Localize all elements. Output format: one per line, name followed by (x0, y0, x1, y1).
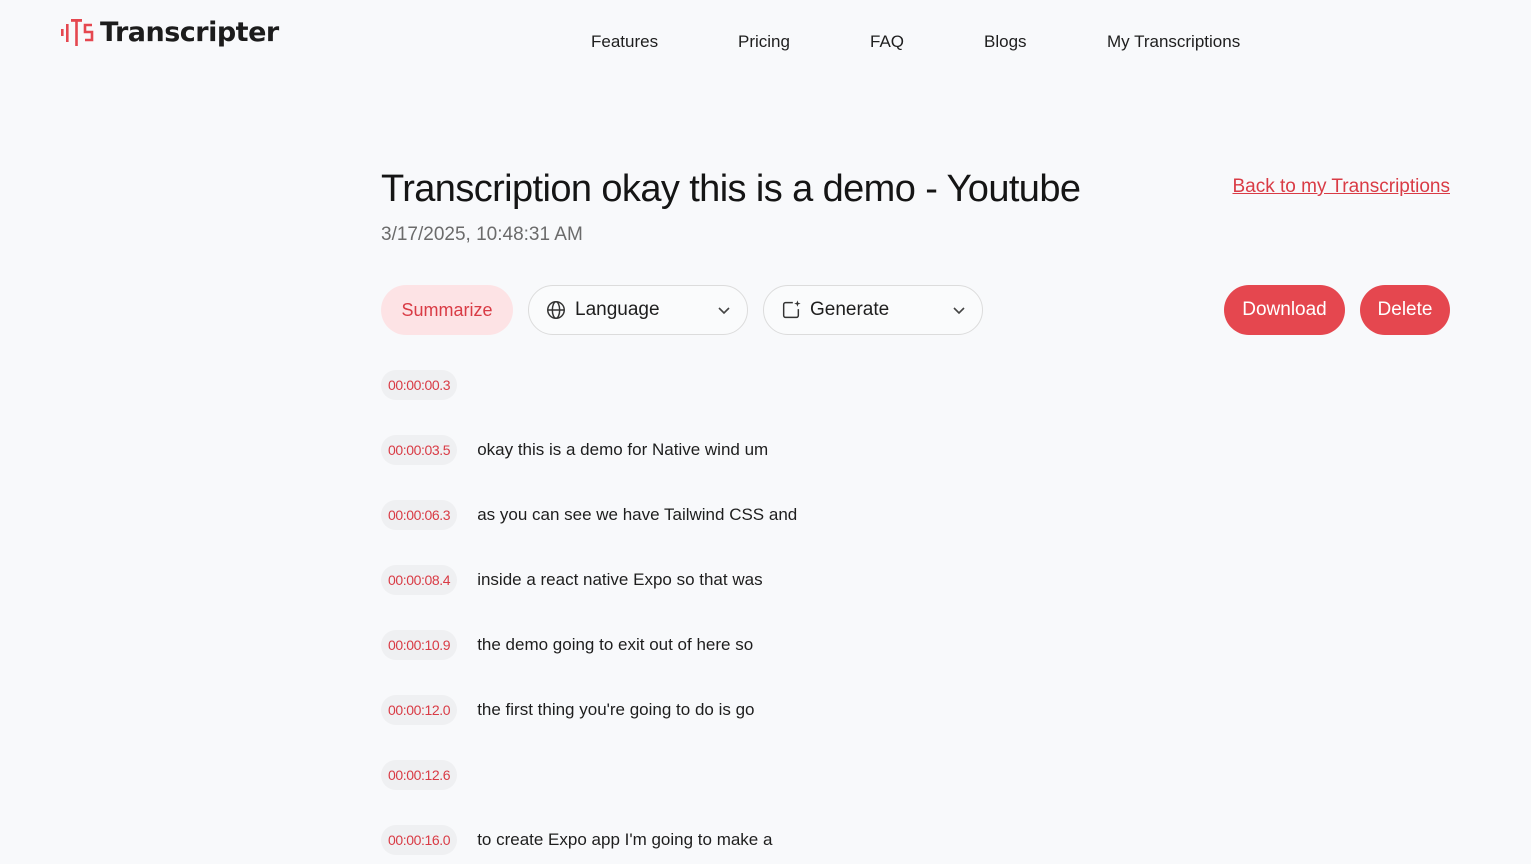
segment-text: as you can see we have Tailwind CSS and (477, 505, 798, 524)
globe-icon (547, 301, 565, 319)
back-to-transcriptions-link[interactable]: Back to my Transcriptions (1232, 176, 1450, 198)
segment-text: the first thing you're going to do is go (477, 700, 755, 719)
transcript-segment: 00:00:00.3 (381, 370, 477, 400)
segment-text: the demo going to exit out of here so (477, 635, 754, 654)
segment-text: to create Expo app I'm going to make a (477, 830, 773, 849)
top-header: Transcripter Features Pricing FAQ Blogs … (0, 0, 1531, 80)
nav-pricing[interactable]: Pricing (738, 32, 790, 52)
chevron-down-icon (718, 307, 730, 315)
timestamp-badge[interactable]: 00:00:10.9 (381, 630, 458, 660)
timestamp-badge[interactable]: 00:00:00.3 (381, 370, 458, 400)
transcription-date: 3/17/2025, 10:48:31 AM (381, 224, 583, 245)
nav-blogs[interactable]: Blogs (984, 32, 1027, 52)
nav-features[interactable]: Features (591, 32, 658, 52)
timestamp-badge[interactable]: 00:00:12.0 (381, 695, 458, 725)
transcript-segment: 00:00:08.4 inside a react native Expo so… (381, 565, 763, 595)
timestamp-badge[interactable]: 00:00:03.5 (381, 435, 458, 465)
sparkle-icon (782, 300, 801, 319)
chevron-down-icon (953, 307, 965, 315)
nav-faq[interactable]: FAQ (870, 32, 904, 52)
timestamp-badge[interactable]: 00:00:06.3 (381, 500, 458, 530)
nav-my-transcriptions[interactable]: My Transcriptions (1107, 32, 1240, 52)
logo-waveform-icon (61, 19, 94, 46)
segment-text: inside a react native Expo so that was (477, 570, 763, 589)
delete-button[interactable]: Delete (1360, 285, 1450, 335)
summarize-button[interactable]: Summarize (381, 285, 513, 335)
generate-label: Generate (810, 299, 890, 320)
page-title: Transcription okay this is a demo - Yout… (381, 168, 1081, 210)
language-label: Language (575, 299, 660, 320)
brand-name: Transcripter (100, 16, 279, 48)
generate-dropdown[interactable]: Generate (763, 285, 983, 335)
transcript-segment: 00:00:12.6 (381, 760, 477, 790)
timestamp-badge[interactable]: 00:00:12.6 (381, 760, 458, 790)
download-button[interactable]: Download (1224, 285, 1345, 335)
language-dropdown[interactable]: Language (528, 285, 748, 335)
timestamp-badge[interactable]: 00:00:08.4 (381, 565, 458, 595)
transcript-segment: 00:00:16.0 to create Expo app I'm going … (381, 825, 772, 855)
transcript-segment: 00:00:03.5 okay this is a demo for Nativ… (381, 435, 768, 465)
transcript-segment: 00:00:10.9 the demo going to exit out of… (381, 630, 753, 660)
segment-text: okay this is a demo for Native wind um (477, 440, 769, 459)
brand-logo[interactable]: Transcripter (60, 16, 279, 48)
transcript-segment: 00:00:06.3 as you can see we have Tailwi… (381, 500, 797, 530)
timestamp-badge[interactable]: 00:00:16.0 (381, 825, 458, 855)
transcript-segment: 00:00:12.0 the first thing you're going … (381, 695, 755, 725)
